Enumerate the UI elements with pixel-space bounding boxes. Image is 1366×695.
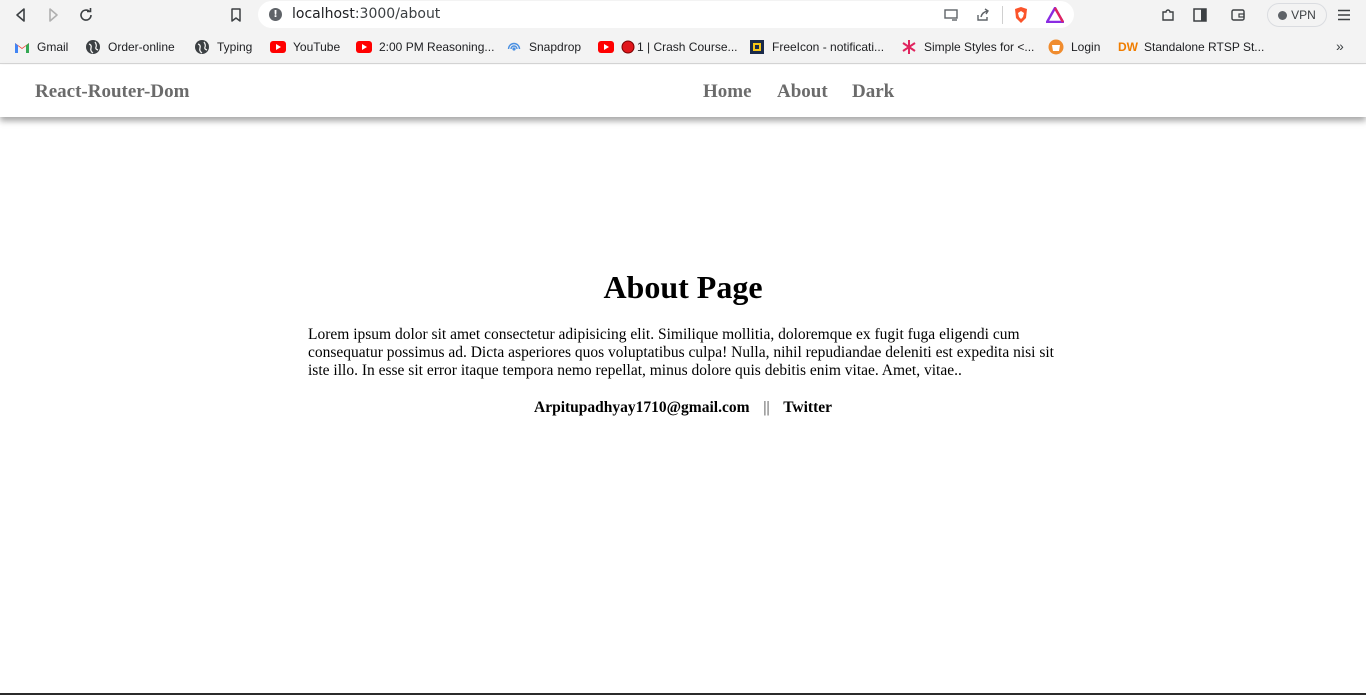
reload-button[interactable] — [74, 3, 98, 27]
url-path: :3000/about — [354, 6, 441, 22]
bookmark-label: Gmail — [37, 40, 69, 54]
youtube-icon — [356, 39, 372, 55]
dw-icon: DW — [1118, 40, 1138, 54]
vpn-status-icon — [1278, 10, 1288, 20]
forward-arrow-icon — [49, 8, 58, 22]
nav-link-dark[interactable]: Dark — [852, 81, 894, 103]
share-icon[interactable] — [973, 5, 993, 25]
youtube-icon — [598, 39, 614, 55]
bookmark-label: FreeIcon - notificati... — [772, 40, 885, 54]
bookmark-simple-styles[interactable]: Simple Styles for <... — [901, 38, 1034, 56]
bookmark-youtube[interactable]: YouTube — [270, 38, 340, 56]
main-content: About Page Lorem ipsum dolor sit amet co… — [0, 117, 1366, 694]
youtube-icon — [270, 39, 286, 55]
red-circle-icon — [621, 39, 635, 55]
url-text[interactable]: localhost:3000/about — [292, 6, 440, 22]
bookmark-crash-course[interactable]: 1 | Crash Course... — [598, 38, 738, 56]
twitter-link[interactable]: Twitter — [783, 399, 832, 416]
sidebar-icon — [1193, 8, 1207, 22]
bookmark-label: Simple Styles for <... — [924, 40, 1035, 54]
bookmark-label: Order-online — [108, 40, 175, 54]
bookmark-icon — [231, 8, 241, 22]
bookmark-label: Snapdrop — [529, 40, 582, 54]
gmail-icon — [14, 39, 30, 55]
login-icon — [1048, 39, 1064, 55]
bookmark-freeicon[interactable]: FreeIcon - notificati... — [749, 38, 884, 56]
bookmark-order-online[interactable]: Order-online — [85, 38, 175, 56]
brand-logo-text[interactable]: React-Router-Dom — [35, 81, 189, 103]
forward-button[interactable] — [41, 3, 65, 27]
globe-icon — [194, 39, 210, 55]
bookmark-label: Standalone RTSP St... — [1144, 40, 1265, 54]
bookmark-rtsp[interactable]: DW Standalone RTSP St... — [1118, 38, 1265, 56]
page-title: About Page — [603, 269, 763, 305]
bookmark-label: YouTube — [293, 40, 341, 54]
brave-shields-icon[interactable] — [1011, 5, 1031, 25]
bookmark-typing[interactable]: Typing — [194, 38, 252, 56]
site-info-icon[interactable]: ! — [269, 8, 282, 21]
vpn-button[interactable]: VPN — [1267, 3, 1327, 27]
about-paragraph: Lorem ipsum dolor sit amet consectetur a… — [308, 326, 1054, 379]
bookmark-page-button[interactable] — [224, 3, 248, 27]
vpn-label: VPN — [1291, 8, 1316, 22]
browser-toolbar: ! localhost:3000/about VPN — [0, 0, 1366, 30]
bookmark-label: Typing — [217, 40, 253, 54]
email-link[interactable]: Arpitupadhyay1710@gmail.com — [534, 399, 750, 416]
freeicon-icon — [749, 39, 765, 55]
bookmark-label: 2:00 PM Reasoning... — [379, 40, 495, 54]
hamburger-menu-icon — [1338, 9, 1350, 21]
asterisk-icon — [901, 39, 917, 55]
browser-menu-button[interactable] — [1332, 3, 1356, 27]
sidebar-button[interactable] — [1188, 3, 1212, 27]
brave-rewards-icon[interactable] — [1045, 5, 1065, 25]
globe-icon — [85, 39, 101, 55]
address-bar[interactable]: ! localhost:3000/about — [258, 1, 1074, 28]
bookmark-label: Login — [1071, 40, 1101, 54]
url-host: localhost — [292, 6, 355, 22]
snapdrop-icon — [506, 39, 522, 55]
extensions-button[interactable] — [1156, 3, 1180, 27]
contact-links: Arpitupadhyay1710@gmail.com || Twitter — [0, 399, 1366, 417]
wallet-icon — [1231, 9, 1245, 21]
more-bookmarks-chevron-icon[interactable]: » — [1336, 38, 1344, 54]
puzzle-icon — [1162, 9, 1174, 21]
nav-link-about[interactable]: About — [777, 81, 828, 103]
bookmark-label: 1 | Crash Course... — [637, 40, 738, 54]
bookmark-gmail[interactable]: Gmail — [14, 38, 68, 56]
back-arrow-icon — [16, 8, 25, 22]
back-button[interactable] — [9, 3, 33, 27]
nav-link-home[interactable]: Home — [703, 81, 752, 103]
reload-icon — [80, 8, 92, 21]
omnibox-divider — [1002, 6, 1003, 24]
wallet-button[interactable] — [1226, 3, 1250, 27]
cast-icon[interactable] — [941, 5, 961, 25]
app-navbar: React-Router-Dom Home About Dark — [0, 65, 1366, 117]
bookmark-login[interactable]: Login — [1048, 38, 1100, 56]
link-separator: || — [763, 399, 770, 416]
bookmark-snapdrop[interactable]: Snapdrop — [506, 38, 581, 56]
bookmarks-bar: Gmail Order-online Typing YouTube 2:00 P… — [0, 30, 1366, 64]
bookmark-reasoning[interactable]: 2:00 PM Reasoning... — [356, 38, 494, 56]
